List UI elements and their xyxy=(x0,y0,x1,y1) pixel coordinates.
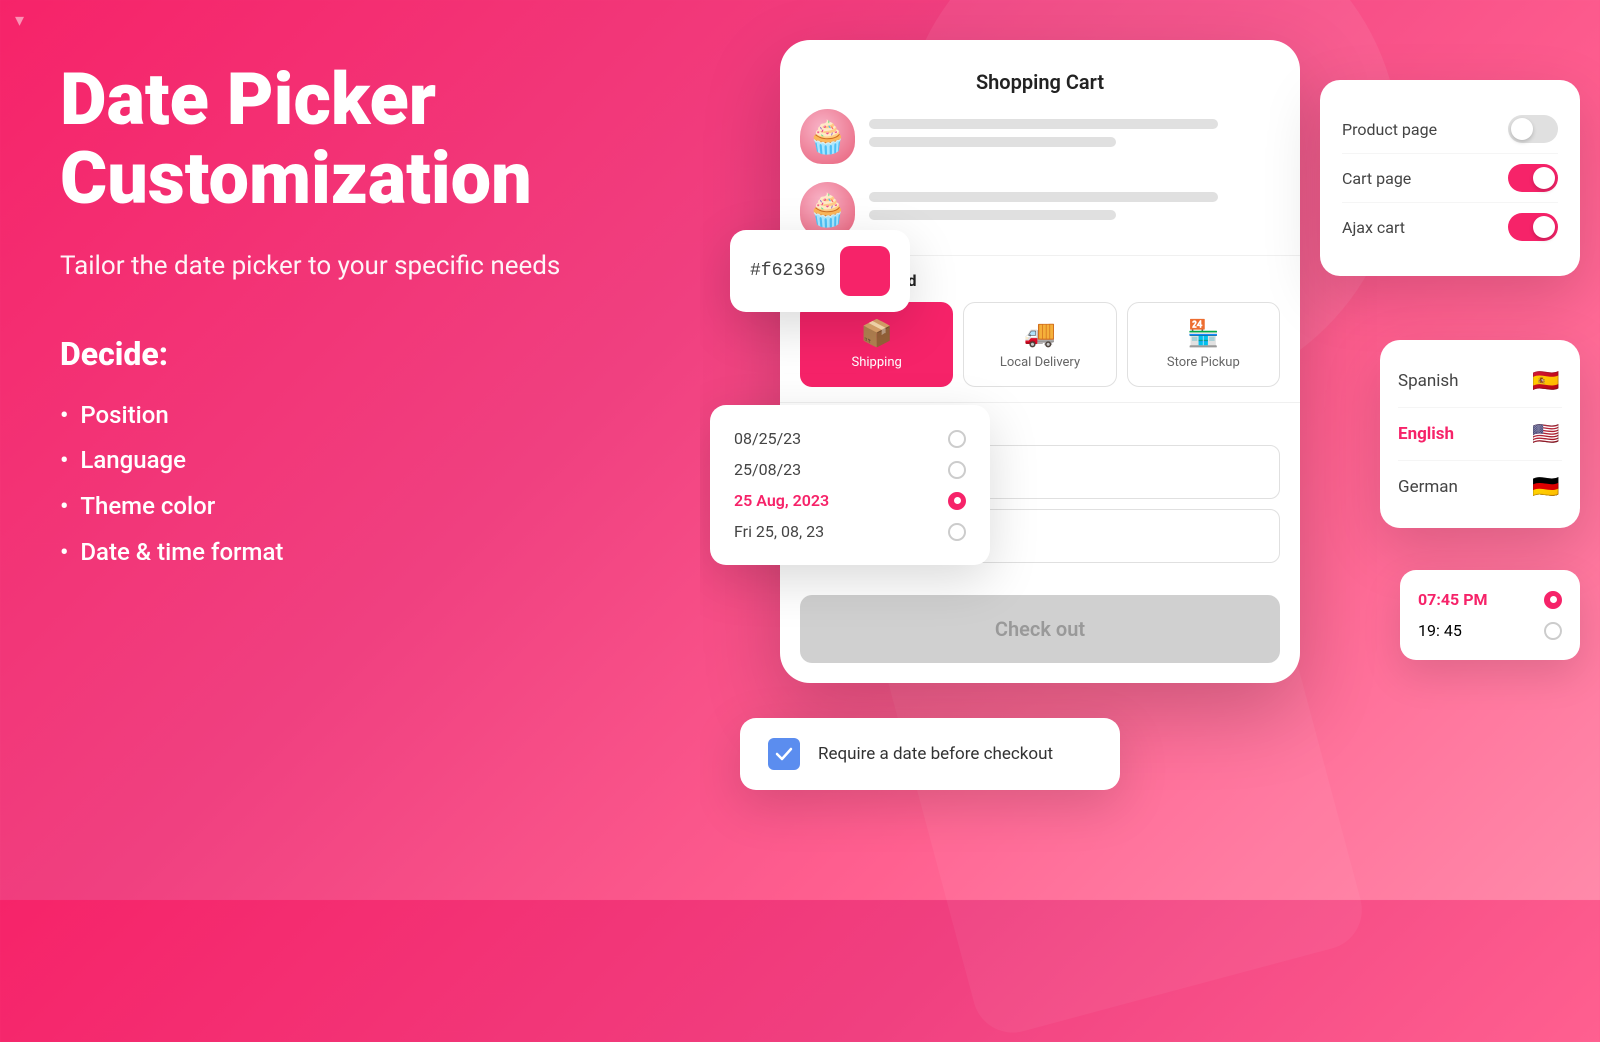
ajax-cart-toggle[interactable] xyxy=(1508,213,1558,241)
lang-option-spanish[interactable]: Spanish 🇪🇸 xyxy=(1398,355,1562,407)
date-radio-3[interactable] xyxy=(948,492,966,510)
store-pickup-btn[interactable]: 🏪 Store Pickup xyxy=(1127,302,1280,387)
product-price-line-2 xyxy=(869,210,1116,220)
color-picker-card: #f62369 xyxy=(730,230,910,312)
shipping-icon: 📦 xyxy=(860,319,892,349)
decide-item-format: Date & time format xyxy=(60,530,640,576)
local-delivery-btn[interactable]: 🚚 Local Delivery xyxy=(963,302,1116,387)
date-option-4[interactable]: Fri 25, 08, 23 xyxy=(734,516,966,547)
time-panel: 07:45 PM 19: 45 xyxy=(1400,570,1580,660)
time-radio-2[interactable] xyxy=(1544,622,1562,640)
checkmark-icon xyxy=(775,745,793,763)
time-option-24h[interactable]: 19: 45 xyxy=(1418,615,1562,646)
left-content: Date Picker Customization Tailor the dat… xyxy=(60,60,640,575)
date-option-2[interactable]: 25/08/23 xyxy=(734,454,966,485)
setting-cart-page: Cart page xyxy=(1342,153,1558,202)
spanish-label: Spanish xyxy=(1398,371,1459,391)
spanish-flag: 🇪🇸 xyxy=(1530,365,1562,397)
date-option-1[interactable]: 08/25/23 xyxy=(734,423,966,454)
product-price-line xyxy=(869,137,1116,147)
date-option-3[interactable]: 25 Aug, 2023 xyxy=(734,485,966,516)
method-buttons: 📦 Shipping 🚚 Local Delivery 🏪 Store Pick… xyxy=(800,302,1280,387)
date-format-card: 08/25/23 25/08/23 25 Aug, 2023 Fri 25, 0… xyxy=(710,405,990,565)
require-date-label: Require a date before checkout xyxy=(818,744,1053,764)
date-option-4-label: Fri 25, 08, 23 xyxy=(734,522,824,541)
logo-icon: ▾ xyxy=(15,10,24,31)
store-pickup-label: Store Pickup xyxy=(1167,355,1240,370)
product-page-label: Product page xyxy=(1342,120,1437,139)
cart-page-toggle[interactable] xyxy=(1508,164,1558,192)
cart-items xyxy=(780,109,1300,237)
ajax-cart-label: Ajax cart xyxy=(1342,218,1405,237)
ui-container: Shopping Cart Select a method xyxy=(700,0,1600,900)
decide-item-position: Position xyxy=(60,393,640,439)
shopping-cart-frame: Shopping Cart Select a method xyxy=(780,40,1300,683)
time-radio-1[interactable] xyxy=(1544,591,1562,609)
setting-ajax-cart: Ajax cart xyxy=(1342,202,1558,251)
product-name-line xyxy=(869,119,1218,129)
color-swatch[interactable] xyxy=(840,246,890,296)
english-label: English xyxy=(1398,424,1454,444)
decide-item-language: Language xyxy=(60,438,640,484)
decide-title: Decide: xyxy=(60,335,640,373)
product-details-1 xyxy=(869,119,1280,155)
german-label: German xyxy=(1398,477,1458,497)
decide-list: Position Language Theme color Date & tim… xyxy=(60,393,640,575)
lang-option-english[interactable]: English 🇺🇸 xyxy=(1398,407,1562,460)
shipping-method-btn[interactable]: 📦 Shipping xyxy=(800,302,953,387)
language-panel: Spanish 🇪🇸 English 🇺🇸 German 🇩🇪 xyxy=(1380,340,1580,528)
date-radio-4[interactable] xyxy=(948,523,966,541)
pickup-icon: 🏪 xyxy=(1187,319,1219,349)
cart-item-1 xyxy=(800,109,1280,164)
lang-option-german[interactable]: German 🇩🇪 xyxy=(1398,460,1562,513)
time-12h-label: 07:45 PM xyxy=(1418,590,1488,609)
color-hex-value: #f62369 xyxy=(750,261,826,281)
settings-panel: Product page Cart page Ajax cart xyxy=(1320,80,1580,276)
main-title: Date Picker Customization xyxy=(60,60,640,218)
german-flag: 🇩🇪 xyxy=(1530,471,1562,503)
cart-title: Shopping Cart xyxy=(780,60,1300,109)
product-name-line-2 xyxy=(869,192,1218,202)
setting-product-page: Product page xyxy=(1342,105,1558,153)
checkout-button[interactable]: Check out xyxy=(800,595,1280,663)
date-option-1-label: 08/25/23 xyxy=(734,429,801,448)
cart-page-label: Cart page xyxy=(1342,169,1411,188)
product-image-1 xyxy=(800,109,855,164)
local-delivery-label: Local Delivery xyxy=(1000,355,1080,370)
time-option-12h[interactable]: 07:45 PM xyxy=(1418,584,1562,615)
product-details-2 xyxy=(869,192,1280,228)
date-radio-2[interactable] xyxy=(948,461,966,479)
shipping-label: Shipping xyxy=(852,355,902,370)
require-date-checkbox[interactable] xyxy=(768,738,800,770)
cart-item-2 xyxy=(800,182,1280,237)
decide-item-color: Theme color xyxy=(60,484,640,530)
subtitle: Tailor the date picker to your specific … xyxy=(60,248,640,284)
delivery-icon: 🚚 xyxy=(1024,319,1056,349)
english-flag: 🇺🇸 xyxy=(1530,418,1562,450)
date-option-2-label: 25/08/23 xyxy=(734,460,801,479)
require-date-card: Require a date before checkout xyxy=(740,718,1120,790)
date-option-3-label: 25 Aug, 2023 xyxy=(734,491,829,510)
product-page-toggle[interactable] xyxy=(1508,115,1558,143)
date-radio-1[interactable] xyxy=(948,430,966,448)
time-24h-label: 19: 45 xyxy=(1418,621,1462,640)
product-image-2 xyxy=(800,182,855,237)
